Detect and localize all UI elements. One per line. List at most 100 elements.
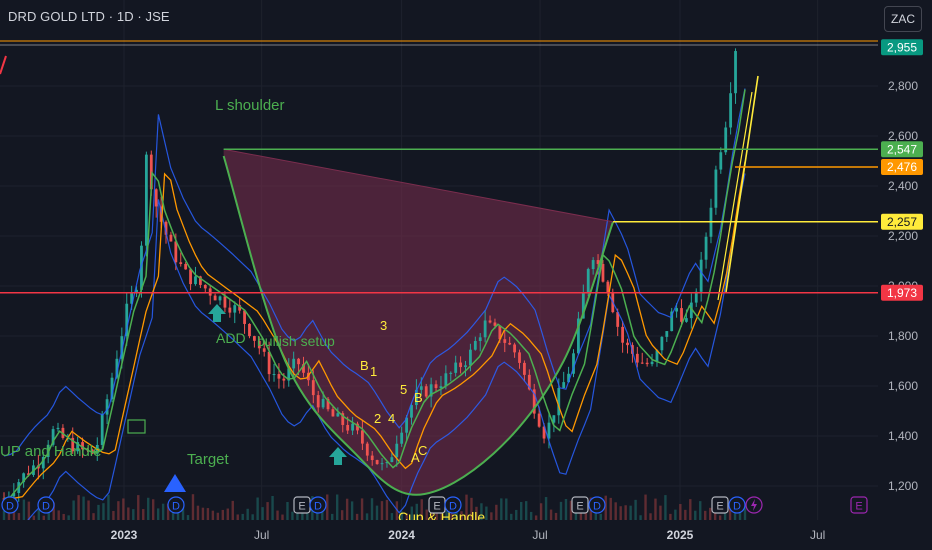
volume-bar: [539, 503, 543, 520]
label-cup-handle-left: UP and Handle: [0, 443, 101, 460]
candle-body: [154, 189, 158, 207]
price-marker-label: 1,973: [887, 286, 917, 300]
volume-bar: [559, 501, 563, 520]
candle-body: [635, 353, 639, 363]
volume-bar: [87, 500, 90, 520]
volume-bar: [72, 500, 75, 520]
wave-label: 4: [388, 411, 395, 426]
volume-bar: [201, 507, 205, 520]
candle-body: [297, 358, 300, 365]
volume-bar: [271, 495, 274, 520]
volume-bar: [614, 502, 617, 520]
volume-bar: [718, 515, 722, 520]
volume-bar: [196, 505, 200, 520]
volume-bar: [221, 509, 225, 520]
price-marker-label: 2,476: [887, 160, 917, 174]
price-tick-label: 2,400: [888, 179, 918, 193]
candle-body: [395, 443, 399, 458]
volume-bar: [127, 507, 130, 520]
candle-body: [380, 463, 384, 465]
volume-bar: [549, 509, 553, 520]
volume-bar: [97, 504, 100, 520]
candle-body: [203, 284, 207, 289]
volume-bar: [500, 498, 503, 520]
volume-bar: [256, 497, 259, 520]
volume-bar: [708, 507, 712, 520]
wave-label: 2: [374, 411, 381, 426]
price-marker-label: 2,257: [887, 215, 917, 229]
volume-bar: [82, 496, 85, 520]
candle-body: [518, 352, 521, 363]
candle-body: [189, 269, 192, 285]
price-chart[interactable]: L shoulder ADD bullish setup UP and Handle T…: [0, 0, 932, 550]
candle-body: [336, 413, 340, 417]
volume-bar: [679, 504, 682, 520]
volume-bar: [186, 515, 190, 520]
candle-body: [360, 430, 364, 444]
candle-body: [277, 374, 281, 379]
wave-label: C: [418, 443, 427, 458]
volume-bar: [117, 501, 120, 520]
candle-body: [626, 342, 629, 346]
candle-body: [174, 241, 178, 263]
volume-bar: [520, 501, 523, 520]
price-tick-label: 1,800: [888, 329, 918, 343]
candle-body: [547, 422, 551, 439]
currency-button[interactable]: ZAC: [884, 6, 922, 32]
volume-bar: [694, 510, 697, 520]
candle-body: [714, 169, 718, 208]
earnings-badge-label: E: [433, 501, 440, 513]
volume-bar: [286, 501, 289, 520]
time-axis: 2023 Jul 2024 Jul 2025 Jul: [0, 520, 932, 550]
dividend-badge-label: D: [593, 501, 601, 513]
volume-bar: [529, 511, 533, 520]
volume-bar: [17, 513, 21, 520]
volume-bar: [67, 515, 70, 520]
target-arrow: [164, 474, 186, 492]
label-l-shoulder: L shoulder: [215, 97, 285, 114]
volume-bar: [564, 499, 568, 520]
volume-bar: [689, 499, 692, 520]
volume-bar: [206, 508, 210, 520]
volume-bar: [485, 506, 488, 520]
volume-bar: [251, 514, 254, 520]
volume-bar: [340, 510, 344, 520]
volume-bar: [495, 504, 498, 520]
volume-bar: [276, 510, 279, 520]
volume-bar: [375, 505, 379, 520]
candle-body: [591, 260, 595, 270]
label-target: Target: [187, 451, 230, 468]
candle-body: [621, 326, 625, 343]
volume-bar: [639, 515, 642, 520]
volume-bar: [505, 498, 508, 520]
candle-body: [194, 276, 197, 285]
dividend-badge-label: D: [314, 501, 322, 513]
event-badges: DDDEDEDEDEDE: [1, 496, 868, 514]
volume-bar: [107, 494, 110, 520]
candle-body: [729, 93, 733, 128]
volume-bar: [634, 499, 637, 520]
volume-bar: [62, 513, 65, 520]
volume-bar: [649, 513, 652, 520]
volume-bar: [355, 513, 359, 520]
volume-bar: [544, 497, 548, 520]
volume-bar: [281, 514, 284, 520]
volume-bar: [37, 509, 41, 520]
candle-body: [478, 337, 482, 341]
volume-bar: [147, 497, 150, 520]
candle-body: [105, 399, 109, 415]
price-tick-label: 2,600: [888, 129, 918, 143]
volume-bar: [370, 498, 374, 520]
time-tick-label: Jul: [532, 528, 547, 542]
volume-bar: [261, 507, 264, 520]
candle-body: [365, 443, 369, 456]
volume-bar: [291, 511, 294, 520]
dividend-badge-label: D: [6, 501, 14, 513]
price-tick-label: 1,400: [888, 429, 918, 443]
volume-bar: [490, 512, 493, 520]
candle-body: [100, 414, 104, 445]
price-marker-label: 2,955: [887, 40, 917, 54]
time-tick-label: Jul: [254, 528, 269, 542]
candle-body: [228, 307, 232, 313]
time-tick-label: 2023: [111, 528, 138, 542]
